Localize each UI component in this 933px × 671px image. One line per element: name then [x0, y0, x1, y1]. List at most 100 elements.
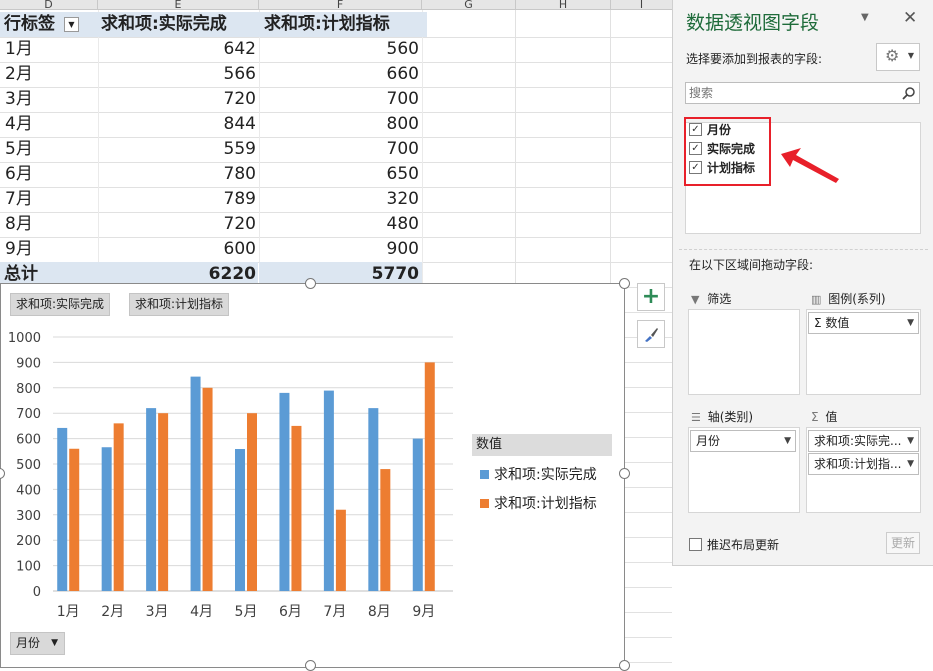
field-label[interactable]: 月份: [707, 121, 731, 138]
pivot-cell-plan[interactable]: 650: [259, 162, 422, 187]
dropdown-icon[interactable]: ▼: [51, 633, 58, 654]
rows-icon: ☰: [691, 411, 701, 424]
tools-button[interactable]: ⚙ ▼: [876, 43, 920, 71]
pivot-cell-actual[interactable]: 600: [98, 237, 258, 262]
chart-elements-button[interactable]: +: [637, 283, 665, 311]
pivot-cell-plan[interactable]: 480: [259, 212, 422, 237]
field-search-input[interactable]: [686, 83, 891, 103]
pivot-row-label[interactable]: 5月: [0, 137, 100, 162]
pivot-cell-plan[interactable]: 560: [259, 37, 422, 62]
y-tick-label: 700: [16, 407, 41, 422]
pivot-cell-actual[interactable]: 566: [98, 62, 258, 87]
filter-zone-header: ▼ 筛选: [691, 290, 731, 307]
dropdown-icon[interactable]: ▼: [784, 431, 791, 451]
bar-actual: [279, 392, 290, 591]
update-button[interactable]: 更新: [886, 532, 920, 554]
resize-handle-top[interactable]: [305, 278, 316, 289]
resize-handle-top-right[interactable]: [619, 278, 630, 289]
pivot-header-plan[interactable]: 求和项:计划指标: [259, 12, 427, 37]
field-label[interactable]: 计划指标: [707, 159, 755, 176]
axis-zone-label: 轴(类别): [707, 410, 754, 424]
legend-swatch-plan: [480, 499, 489, 508]
plus-icon: +: [641, 284, 661, 309]
dropdown-icon[interactable]: ▼: [907, 454, 914, 474]
pivot-cell-plan[interactable]: 900: [259, 237, 422, 262]
legend-item-label: Σ 数值: [814, 316, 850, 330]
chart-axis-button-month[interactable]: 月份 ▼: [10, 632, 66, 655]
pivot-row-label[interactable]: 3月: [0, 87, 100, 112]
bar-plan: [424, 362, 435, 591]
axis-zone-item-month[interactable]: 月份 ▼: [690, 430, 796, 452]
resize-handle-bottom-right[interactable]: [619, 660, 630, 671]
legend-swatch-actual: [480, 470, 489, 479]
pivot-chart[interactable]: 求和项:实际完成 求和项:计划指标 0 100 200 300 400 500 600 700…: [0, 283, 625, 668]
dropdown-icon[interactable]: ▼: [907, 431, 914, 451]
pivot-row-label[interactable]: 9月: [0, 237, 100, 262]
y-tick-label: 200: [16, 534, 41, 549]
pivot-header-actual[interactable]: 求和项:实际完成: [98, 12, 261, 37]
legend-title[interactable]: 数值: [472, 434, 612, 456]
pivot-row-label[interactable]: 6月: [0, 162, 100, 187]
y-tick-label: 400: [16, 483, 41, 498]
pivot-cell-actual[interactable]: 642: [98, 37, 258, 62]
column-header-h[interactable]: H: [516, 0, 611, 10]
resize-handle-bottom[interactable]: [305, 660, 316, 671]
pivot-cell-plan[interactable]: 800: [259, 112, 422, 137]
pivot-row-label[interactable]: 7月: [0, 187, 100, 212]
field-checkbox[interactable]: ✓: [689, 123, 702, 136]
pivot-row-label[interactable]: 8月: [0, 212, 100, 237]
pivot-row-labels-header[interactable]: 行标签 ▼: [0, 12, 101, 37]
pane-options-dropdown-icon[interactable]: ▼: [861, 12, 869, 23]
pivot-cell-plan[interactable]: 700: [259, 137, 422, 162]
bar-plan: [69, 448, 80, 591]
column-header-e[interactable]: E: [98, 0, 259, 10]
pivot-cell-actual[interactable]: 559: [98, 137, 258, 162]
pivot-cell-plan[interactable]: 700: [259, 87, 422, 112]
value-item-label: 求和项:实际完...: [814, 434, 902, 448]
bar-actual: [101, 447, 112, 591]
field-checkbox[interactable]: ✓: [689, 142, 702, 155]
legend-item-actual[interactable]: 求和项:实际完成: [480, 464, 597, 484]
brush-icon: [645, 328, 658, 342]
x-tick-label: 1月: [57, 604, 80, 620]
defer-update-checkbox[interactable]: [689, 538, 702, 551]
y-tick-label: 900: [16, 356, 41, 371]
column-header-i[interactable]: I: [611, 0, 672, 10]
pivot-row-label[interactable]: 2月: [0, 62, 100, 87]
field-label[interactable]: 实际完成: [707, 140, 755, 157]
pivot-row-label[interactable]: 1月: [0, 37, 100, 62]
column-header-g[interactable]: G: [422, 0, 516, 10]
columns-icon: ▥: [811, 293, 822, 306]
chart-styles-button[interactable]: [637, 320, 665, 348]
field-checkbox[interactable]: ✓: [689, 161, 702, 174]
chart-value-button-plan[interactable]: 求和项:计划指标: [129, 293, 230, 316]
close-icon[interactable]: ✕: [903, 8, 917, 28]
dropdown-icon[interactable]: ▼: [63, 16, 79, 32]
defer-update-label: 推迟布局更新: [707, 538, 780, 552]
resize-handle-right[interactable]: [619, 468, 630, 479]
pivot-cell-actual[interactable]: 844: [98, 112, 258, 137]
chart-value-button-actual[interactable]: 求和项:实际完成: [10, 293, 111, 316]
pivot-cell-actual[interactable]: 789: [98, 187, 258, 212]
bar-actual: [323, 390, 334, 591]
values-zone-item-plan[interactable]: 求和项:计划指... ▼: [808, 453, 919, 475]
legend-zone-item-values[interactable]: Σ 数值 ▼: [808, 312, 919, 334]
pivot-cell-plan[interactable]: 320: [259, 187, 422, 212]
axis-item-label: 月份: [696, 434, 721, 448]
column-header-d[interactable]: D: [0, 0, 98, 10]
values-zone-item-actual[interactable]: 求和项:实际完... ▼: [808, 430, 919, 452]
values-zone-label: 值: [825, 410, 838, 424]
pivot-cell-plan[interactable]: 660: [259, 62, 422, 87]
pivot-row-label[interactable]: 4月: [0, 112, 100, 137]
y-tick-label: 300: [16, 509, 41, 524]
column-header-f[interactable]: F: [259, 0, 422, 10]
field-search-box[interactable]: [685, 82, 920, 104]
pivot-cell-actual[interactable]: 720: [98, 87, 258, 112]
pivot-cell-actual[interactable]: 720: [98, 212, 258, 237]
filter-zone[interactable]: [688, 309, 800, 395]
bar-actual: [412, 438, 423, 591]
legend-item-plan[interactable]: 求和项:计划指标: [480, 493, 597, 513]
bar-plan: [202, 387, 213, 591]
dropdown-icon[interactable]: ▼: [907, 313, 914, 333]
pivot-cell-actual[interactable]: 780: [98, 162, 258, 187]
